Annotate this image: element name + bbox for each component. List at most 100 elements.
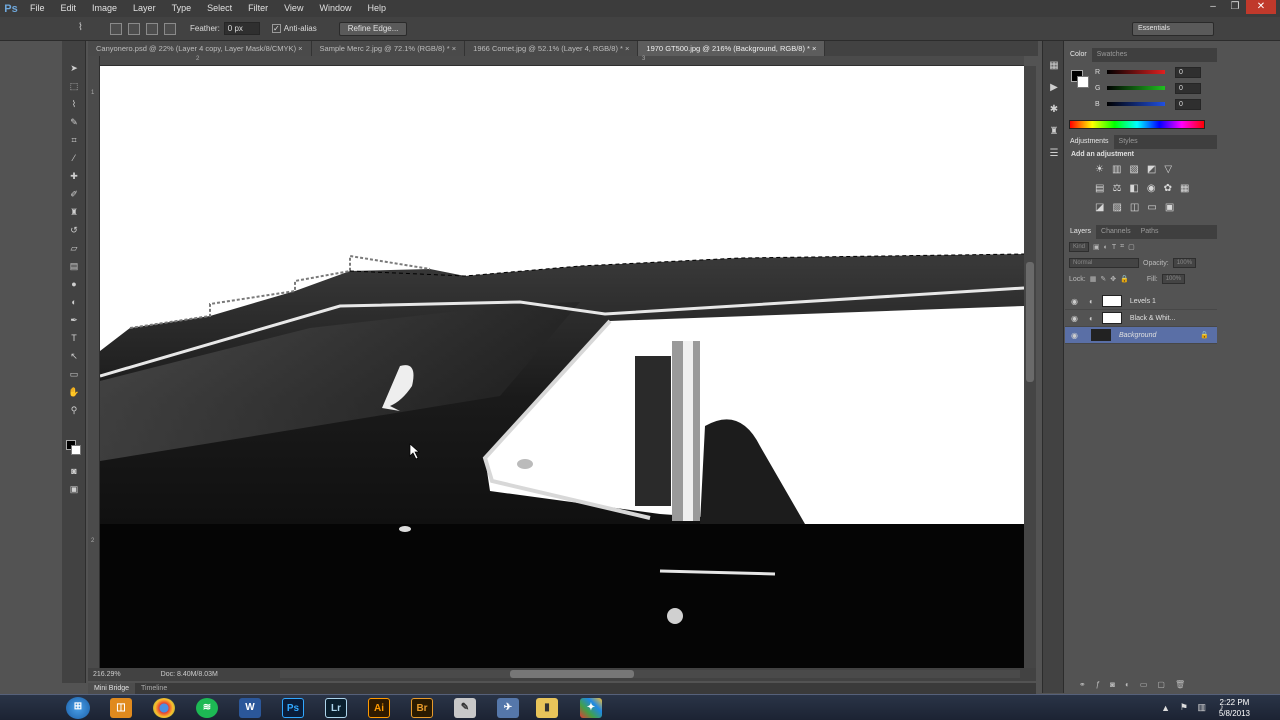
opacity-input[interactable]: 100% <box>1172 258 1197 268</box>
screen-mode-icon[interactable]: ▣ <box>62 480 86 498</box>
brush-tool-icon[interactable]: ✐ <box>62 185 86 203</box>
layer-row-levels[interactable]: ◉ ◐ Levels 1 <box>1065 293 1217 310</box>
selective-color-icon[interactable]: ▣ <box>1165 202 1174 213</box>
healing-brush-tool-icon[interactable]: ✚ <box>62 167 86 185</box>
feather-input[interactable]: 0 px <box>223 22 260 35</box>
layer-row-black-white[interactable]: ◉ ◐ Black & Whit... <box>1065 310 1217 327</box>
filter-adjustment-icon[interactable]: ◐ <box>1104 244 1108 251</box>
explorer-icon[interactable]: ◫ <box>110 698 132 718</box>
workspace-select[interactable]: Essentials <box>1132 22 1214 36</box>
lock-pixels-icon[interactable]: ✎ <box>1100 275 1106 283</box>
folder-app-icon[interactable]: ▮ <box>536 698 558 718</box>
filter-pixel-icon[interactable]: ▣ <box>1093 243 1100 251</box>
color-lookup-icon[interactable]: ▦ <box>1180 183 1189 194</box>
restore-button[interactable]: ❐ <box>1224 0 1246 14</box>
minimize-button[interactable]: – <box>1202 0 1224 14</box>
green-value[interactable]: 0 <box>1175 82 1201 94</box>
visibility-eye-icon[interactable]: ◉ <box>1071 331 1083 340</box>
curves-icon[interactable]: ▧ <box>1129 164 1138 175</box>
menu-view[interactable]: View <box>276 0 311 17</box>
paint-app-icon[interactable]: ✦ <box>580 698 602 718</box>
blend-mode-select[interactable]: Normal <box>1069 258 1139 268</box>
new-adjustment-icon[interactable]: ◐ <box>1125 680 1130 692</box>
history-panel-icon[interactable]: ▦ <box>1043 55 1065 77</box>
lock-transparent-icon[interactable]: ▦ <box>1090 275 1097 283</box>
tab-channels[interactable]: Channels <box>1096 225 1136 239</box>
vibrance-icon[interactable]: ▽ <box>1164 164 1172 175</box>
tab-paths[interactable]: Paths <box>1136 225 1164 239</box>
pen-tool-icon[interactable]: ✒ <box>62 311 86 329</box>
spotify-icon[interactable]: ≋ <box>196 698 218 718</box>
green-slider[interactable] <box>1107 86 1165 90</box>
link-layers-icon[interactable]: ⚭ <box>1079 680 1086 692</box>
menu-window[interactable]: Window <box>311 0 359 17</box>
properties-panel-icon[interactable]: ☰ <box>1043 143 1065 165</box>
tab-1966-comet[interactable]: 1966 Comet.jpg @ 52.1% (Layer 4, RGB/8) … <box>465 41 639 56</box>
horizontal-scrollbar[interactable] <box>280 670 1020 678</box>
layer-style-icon[interactable]: ƒ <box>1096 680 1100 692</box>
photoshop-taskbar-icon[interactable]: Ps <box>282 698 304 718</box>
levels-icon[interactable]: ▥ <box>1112 164 1121 175</box>
invert-icon[interactable]: ◪ <box>1095 202 1104 213</box>
zoom-tool-icon[interactable]: ⚲ <box>62 401 86 419</box>
add-selection-icon[interactable] <box>128 22 140 35</box>
fill-input[interactable]: 100% <box>1161 274 1186 284</box>
actions-panel-icon[interactable]: ▶ <box>1043 77 1065 99</box>
threshold-icon[interactable]: ◫ <box>1130 202 1139 213</box>
close-button[interactable]: ✕ <box>1246 0 1276 14</box>
posterize-icon[interactable]: ▨ <box>1112 202 1121 213</box>
vertical-scroll-thumb[interactable] <box>1026 262 1034 382</box>
taskbar-clock[interactable]: 2:22 PM 5/8/2013 <box>1219 697 1250 719</box>
layer-row-background[interactable]: ◉ Background 🔒 <box>1065 327 1217 344</box>
start-button[interactable]: ⊞ <box>66 697 90 719</box>
lasso-tool-icon[interactable]: ⌇ <box>62 95 86 113</box>
red-slider[interactable] <box>1107 70 1165 74</box>
menu-edit[interactable]: Edit <box>53 0 85 17</box>
intersect-selection-icon[interactable] <box>164 22 176 35</box>
visibility-eye-icon[interactable]: ◉ <box>1071 314 1083 323</box>
tab-adjustments[interactable]: Adjustments <box>1065 135 1114 149</box>
tab-canyonero[interactable]: Canyonero.psd @ 22% (Layer 4 copy, Layer… <box>88 41 312 56</box>
gradient-map-icon[interactable]: ▭ <box>1147 202 1156 213</box>
visibility-eye-icon[interactable]: ◉ <box>1071 297 1083 306</box>
illustrator-taskbar-icon[interactable]: Ai <box>368 698 390 718</box>
chrome-icon[interactable] <box>153 698 175 718</box>
red-value[interactable]: 0 <box>1175 66 1201 78</box>
tab-mini-bridge[interactable]: Mini Bridge <box>88 683 136 694</box>
filter-smart-icon[interactable]: ▢ <box>1128 243 1135 251</box>
tab-swatches[interactable]: Swatches <box>1092 48 1132 62</box>
history-brush-tool-icon[interactable]: ↺ <box>62 221 86 239</box>
airplane-app-icon[interactable]: ✈ <box>497 698 519 718</box>
shape-tool-icon[interactable]: ▭ <box>62 365 86 383</box>
black-white-icon[interactable]: ◧ <box>1129 183 1138 194</box>
tray-chevron-icon[interactable]: ▲ <box>1161 703 1170 713</box>
clone-stamp-tool-icon[interactable]: ♜ <box>62 203 86 221</box>
layer-kind-filter[interactable]: Kind <box>1069 242 1090 252</box>
eraser-tool-icon[interactable]: ▱ <box>62 239 86 257</box>
blur-tool-icon[interactable]: ● <box>62 275 86 293</box>
word-icon[interactable]: W <box>239 698 261 718</box>
menu-select[interactable]: Select <box>199 0 240 17</box>
bridge-taskbar-icon[interactable]: Br <box>411 698 433 718</box>
delete-layer-icon[interactable]: 🗑 <box>1175 680 1185 692</box>
tab-sample-merc[interactable]: Sample Merc 2.jpg @ 72.1% (RGB/8) * × <box>311 41 466 56</box>
utility-app-icon[interactable]: ✎ <box>454 698 476 718</box>
brush-panel-icon[interactable]: ✱ <box>1043 99 1065 121</box>
quick-mask-icon[interactable]: ◙ <box>62 462 86 480</box>
photo-filter-icon[interactable]: ◉ <box>1147 183 1156 194</box>
tab-timeline[interactable]: Timeline <box>135 683 173 694</box>
document-canvas[interactable] <box>100 66 1024 668</box>
zoom-level[interactable]: 216.29% <box>93 671 121 678</box>
tray-flag-icon[interactable]: ⚑ <box>1180 702 1188 713</box>
menu-filter[interactable]: Filter <box>240 0 276 17</box>
hand-tool-icon[interactable]: ✋ <box>62 383 86 401</box>
tab-color[interactable]: Color <box>1065 48 1092 62</box>
crop-tool-icon[interactable]: ⌗ <box>62 131 86 149</box>
add-mask-icon[interactable]: ◙ <box>1110 680 1115 692</box>
lasso-tool-preset-icon[interactable]: ⌇ <box>78 22 83 33</box>
refine-edge-button[interactable]: Refine Edge... <box>338 21 408 36</box>
lock-position-icon[interactable]: ✥ <box>1110 275 1116 283</box>
blue-slider[interactable] <box>1107 102 1165 106</box>
tab-layers[interactable]: Layers <box>1065 225 1097 239</box>
menu-file[interactable]: File <box>22 0 53 17</box>
